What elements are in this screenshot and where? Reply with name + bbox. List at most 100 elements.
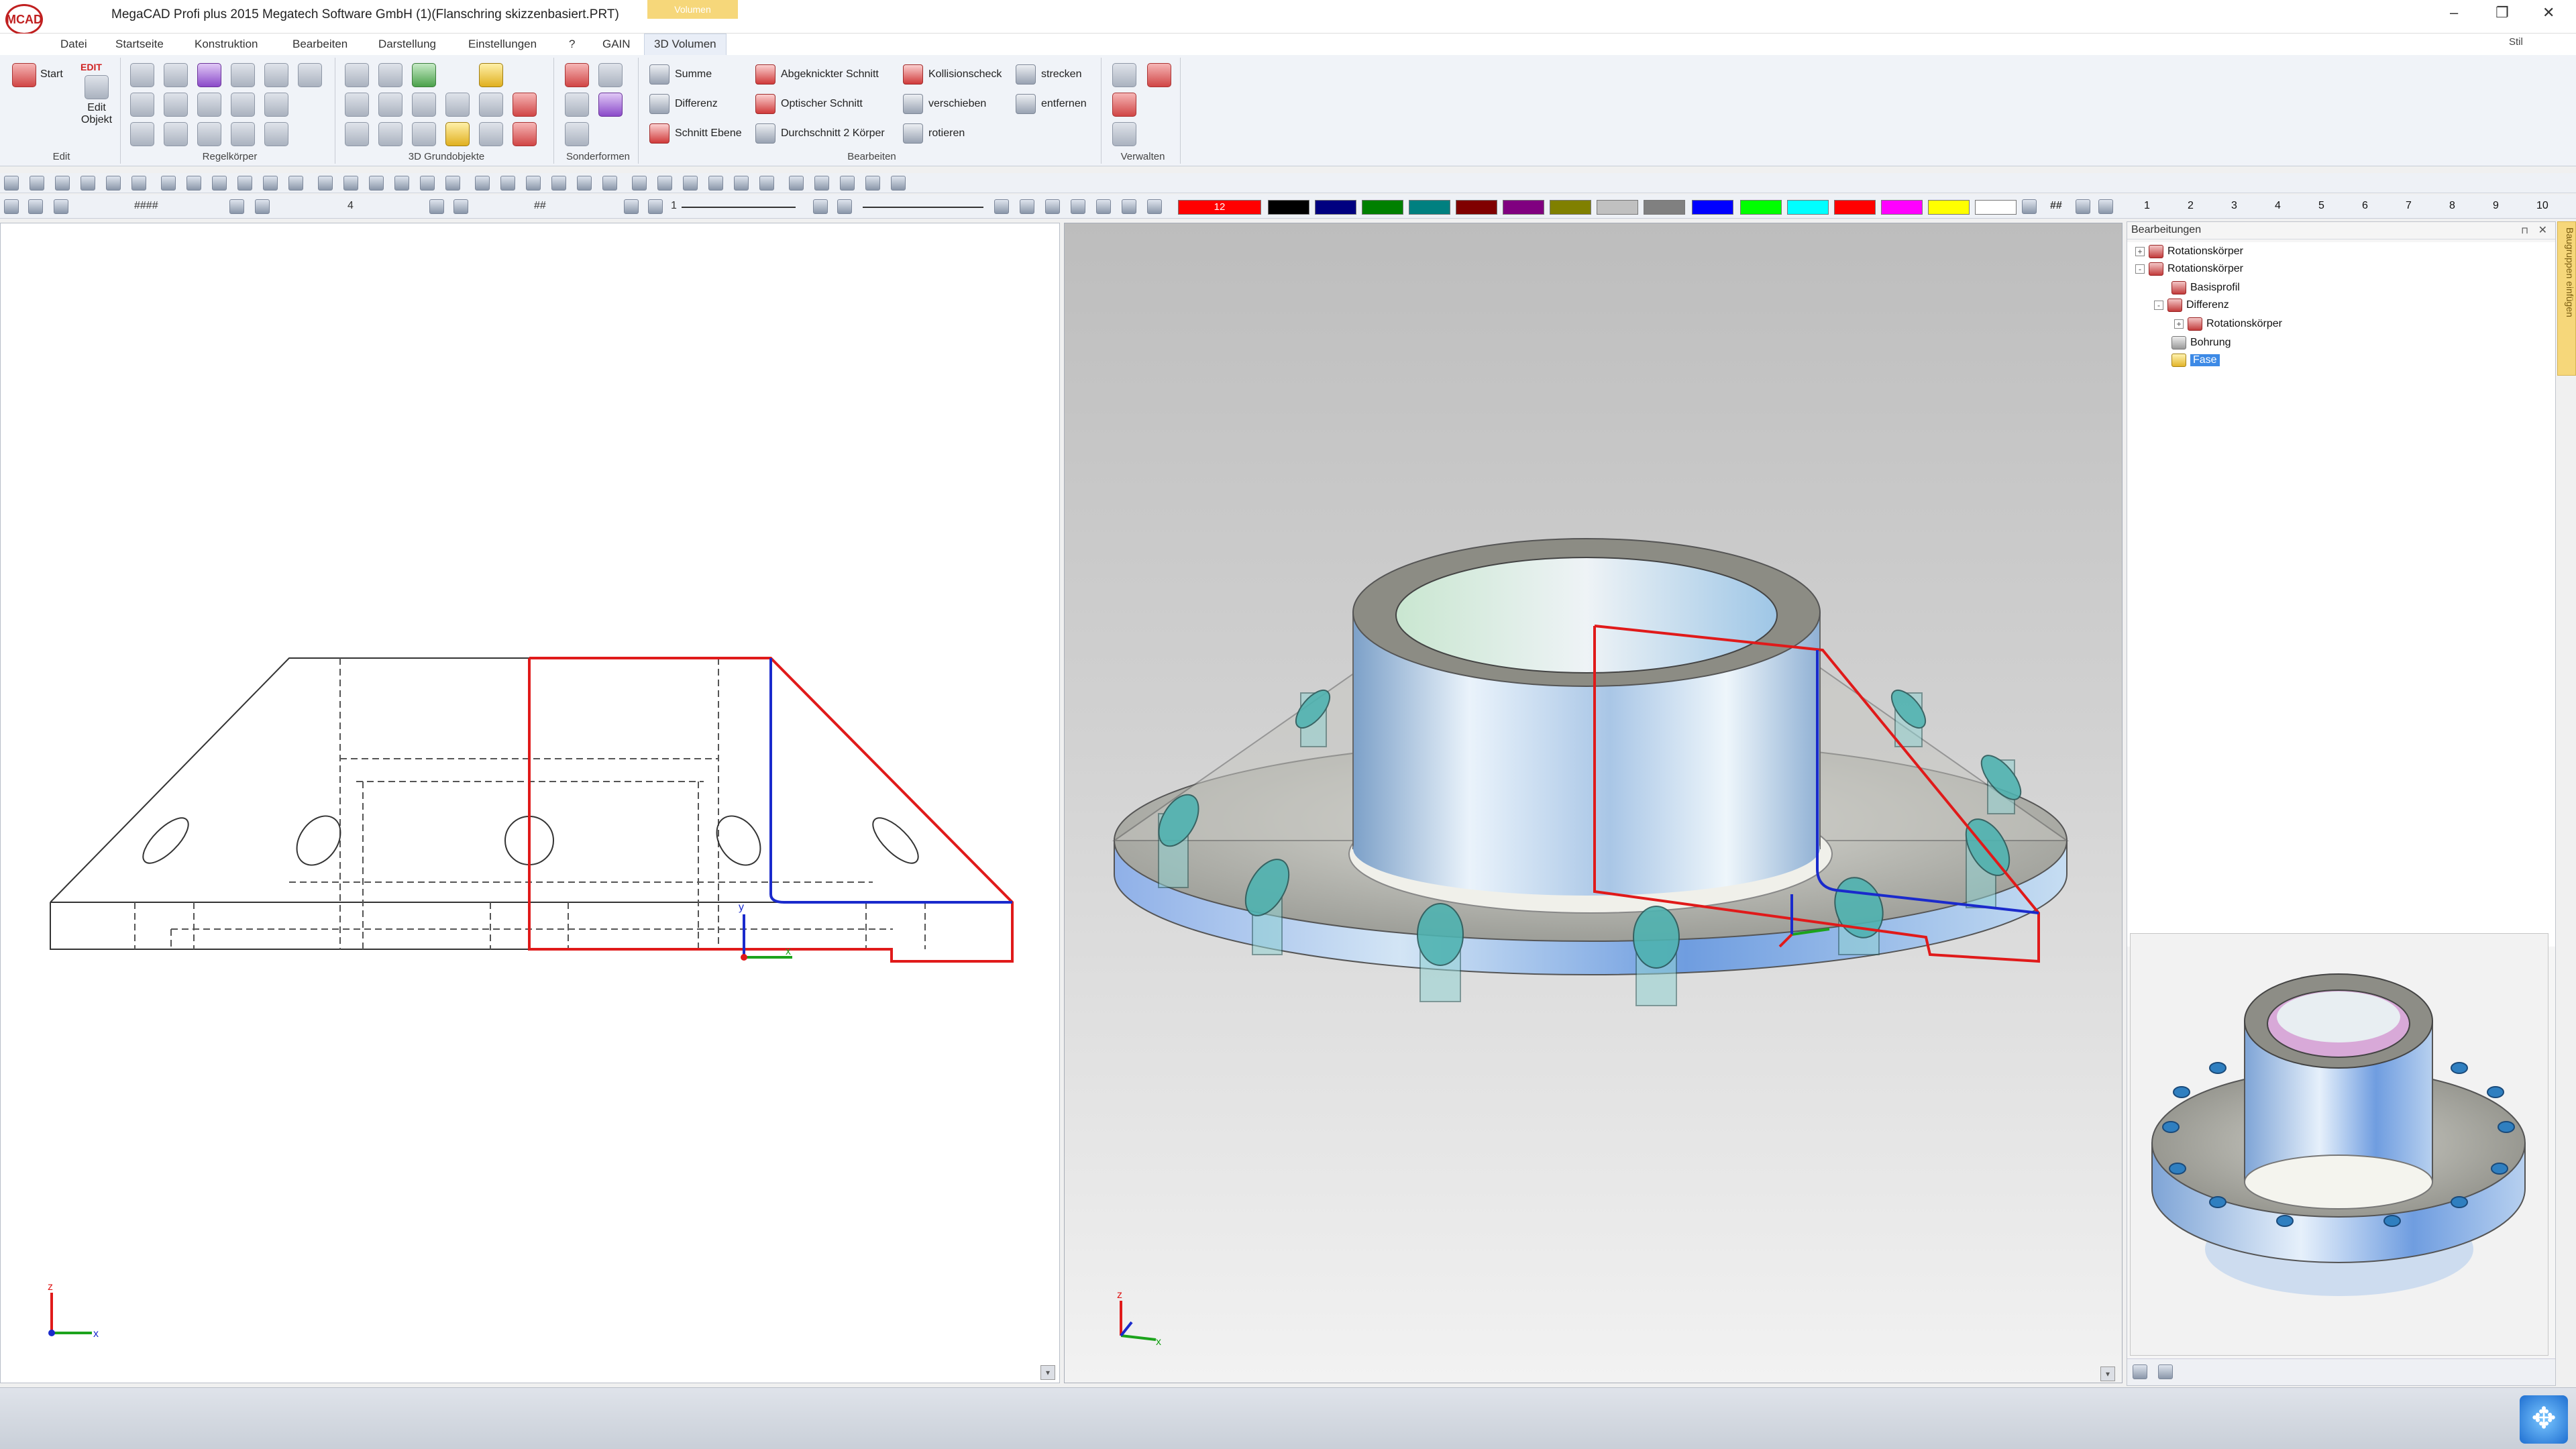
color-swatch[interactable]	[1740, 200, 1782, 215]
panel-pin-icon[interactable]: ⊓	[2521, 225, 2528, 236]
baugruppen-einfuegen-tab[interactable]: Baugruppen einfügen	[2557, 221, 2576, 376]
color-swatch[interactable]	[1644, 200, 1685, 215]
menu-help[interactable]: ?	[565, 36, 579, 52]
layer-manager-icon[interactable]	[2076, 199, 2090, 214]
hash-field[interactable]: ##	[2050, 200, 2062, 212]
layer-field[interactable]: 4	[347, 200, 354, 212]
menu-3d-volumen[interactable]: 3D Volumen	[644, 34, 727, 55]
tree-expander[interactable]: -	[2154, 301, 2163, 310]
shell-icon[interactable]	[345, 93, 369, 117]
color-swatch[interactable]	[1834, 200, 1876, 215]
menu-darstellung[interactable]: Darstellung	[374, 36, 440, 52]
measure-icon[interactable]	[1112, 122, 1136, 146]
pattern-lock-icon[interactable]	[229, 199, 244, 214]
sheet-icon[interactable]	[598, 93, 623, 117]
color-swatch[interactable]	[1362, 200, 1403, 215]
material-icon[interactable]	[840, 176, 855, 191]
tree-expander[interactable]: +	[2135, 247, 2145, 256]
layer-number[interactable]: 8	[2449, 200, 2455, 212]
layer-lock-icon[interactable]	[429, 199, 444, 214]
chamfer-icon[interactable]	[445, 122, 470, 146]
color-swatch[interactable]	[1787, 200, 1829, 215]
color-swatch[interactable]	[1928, 200, 1970, 215]
line-width-icon[interactable]	[648, 199, 663, 214]
menu-konstruktion[interactable]: Konstruktion	[191, 36, 262, 52]
measure-angle-icon[interactable]	[445, 176, 460, 191]
viewport-3d-corner-handle[interactable]: ▾	[2100, 1366, 2115, 1381]
paste-icon[interactable]	[212, 176, 227, 191]
zoom-in-icon[interactable]	[1045, 199, 1060, 214]
drawing-viewport-2d[interactable]: x y x z ▾	[0, 223, 1060, 1383]
layer-number[interactable]: 3	[2231, 200, 2237, 212]
line-lock-icon[interactable]	[624, 199, 639, 214]
model-viewport-3d[interactable]: x z ▾	[1064, 223, 2123, 1383]
layer-list-icon[interactable]	[2098, 199, 2113, 214]
loft-icon[interactable]	[130, 93, 154, 117]
light-icon[interactable]	[632, 176, 647, 191]
spring-icon[interactable]	[598, 63, 623, 87]
tree-node-fase[interactable]: Fase	[2171, 354, 2220, 367]
explode-icon[interactable]	[814, 176, 829, 191]
move-tool-icon[interactable]	[1112, 93, 1136, 117]
layer-icon[interactable]	[54, 199, 68, 214]
color-swatch[interactable]	[1268, 200, 1309, 215]
differenz-button[interactable]: Differenz	[649, 91, 718, 117]
special-shape-icon[interactable]	[565, 63, 589, 87]
layer-number[interactable]: 7	[2406, 200, 2412, 212]
redo-icon[interactable]	[263, 176, 278, 191]
grid-snap-icon[interactable]	[394, 176, 409, 191]
revolve-icon[interactable]	[231, 63, 255, 87]
pin-icon[interactable]	[412, 93, 436, 117]
open-file-icon[interactable]	[55, 176, 70, 191]
durchschnitt-button[interactable]: Durchschnitt 2 Körper	[755, 121, 885, 146]
zoom-out-icon[interactable]	[1071, 199, 1085, 214]
shade-icon[interactable]	[602, 176, 617, 191]
thread-icon[interactable]	[345, 122, 369, 146]
tube-icon[interactable]	[164, 122, 188, 146]
view-front-icon[interactable]	[683, 176, 698, 191]
frame-icon[interactable]	[378, 63, 402, 87]
print-icon[interactable]	[106, 176, 121, 191]
layer-number[interactable]: 4	[2275, 200, 2281, 212]
schnitt-ebene-button[interactable]: Schnitt Ebene	[649, 121, 742, 146]
width-field[interactable]: 1	[671, 200, 677, 212]
layer-number[interactable]: 10	[2536, 200, 2548, 212]
section-icon[interactable]	[789, 176, 804, 191]
line-style-field[interactable]: ##	[534, 200, 546, 212]
tree-node-rotationskoerper-2[interactable]: - Rotationskörper	[2135, 262, 2243, 276]
start-icon[interactable]	[12, 63, 36, 87]
layer-number[interactable]: 6	[2362, 200, 2368, 212]
pattern-icon[interactable]	[513, 93, 537, 117]
model-preview[interactable]	[2130, 933, 2548, 1356]
edit-object-label[interactable]: Edit Objekt	[75, 102, 118, 126]
width-lock-icon[interactable]	[813, 199, 828, 214]
minimize-icon[interactable]: –	[2450, 4, 2458, 21]
prism-icon[interactable]	[197, 63, 221, 87]
select-icon[interactable]	[318, 176, 333, 191]
close-icon[interactable]: ✕	[2542, 4, 2555, 21]
tree-node-basisprofil[interactable]: Basisprofil	[2171, 281, 2240, 294]
layer-number[interactable]: 1	[2144, 200, 2150, 212]
cylinder-icon[interactable]	[164, 93, 188, 117]
cut-icon[interactable]	[161, 176, 176, 191]
verschieben-button[interactable]: verschieben	[903, 91, 986, 117]
manage-icon[interactable]	[1112, 63, 1136, 87]
optischer-schnitt-button[interactable]: Optischer Schnitt	[755, 91, 863, 117]
box-icon[interactable]	[130, 63, 154, 87]
layer-number[interactable]: 2	[2188, 200, 2194, 212]
preview-icon[interactable]	[131, 176, 146, 191]
texture-icon[interactable]	[865, 176, 880, 191]
round-icon[interactable]	[479, 122, 503, 146]
pen-icon[interactable]	[453, 199, 468, 214]
spiral-icon[interactable]	[231, 122, 255, 146]
groove-icon[interactable]	[445, 93, 470, 117]
color-swatch[interactable]	[1456, 200, 1497, 215]
pattern-field[interactable]: ####	[134, 200, 158, 212]
properties-icon[interactable]	[891, 176, 906, 191]
color-swatch[interactable]	[1597, 200, 1638, 215]
pocket-icon[interactable]	[479, 93, 503, 117]
array-icon[interactable]	[513, 122, 537, 146]
save-file-icon[interactable]	[80, 176, 95, 191]
rib-icon[interactable]	[378, 93, 402, 117]
color-swatch[interactable]	[1409, 200, 1450, 215]
